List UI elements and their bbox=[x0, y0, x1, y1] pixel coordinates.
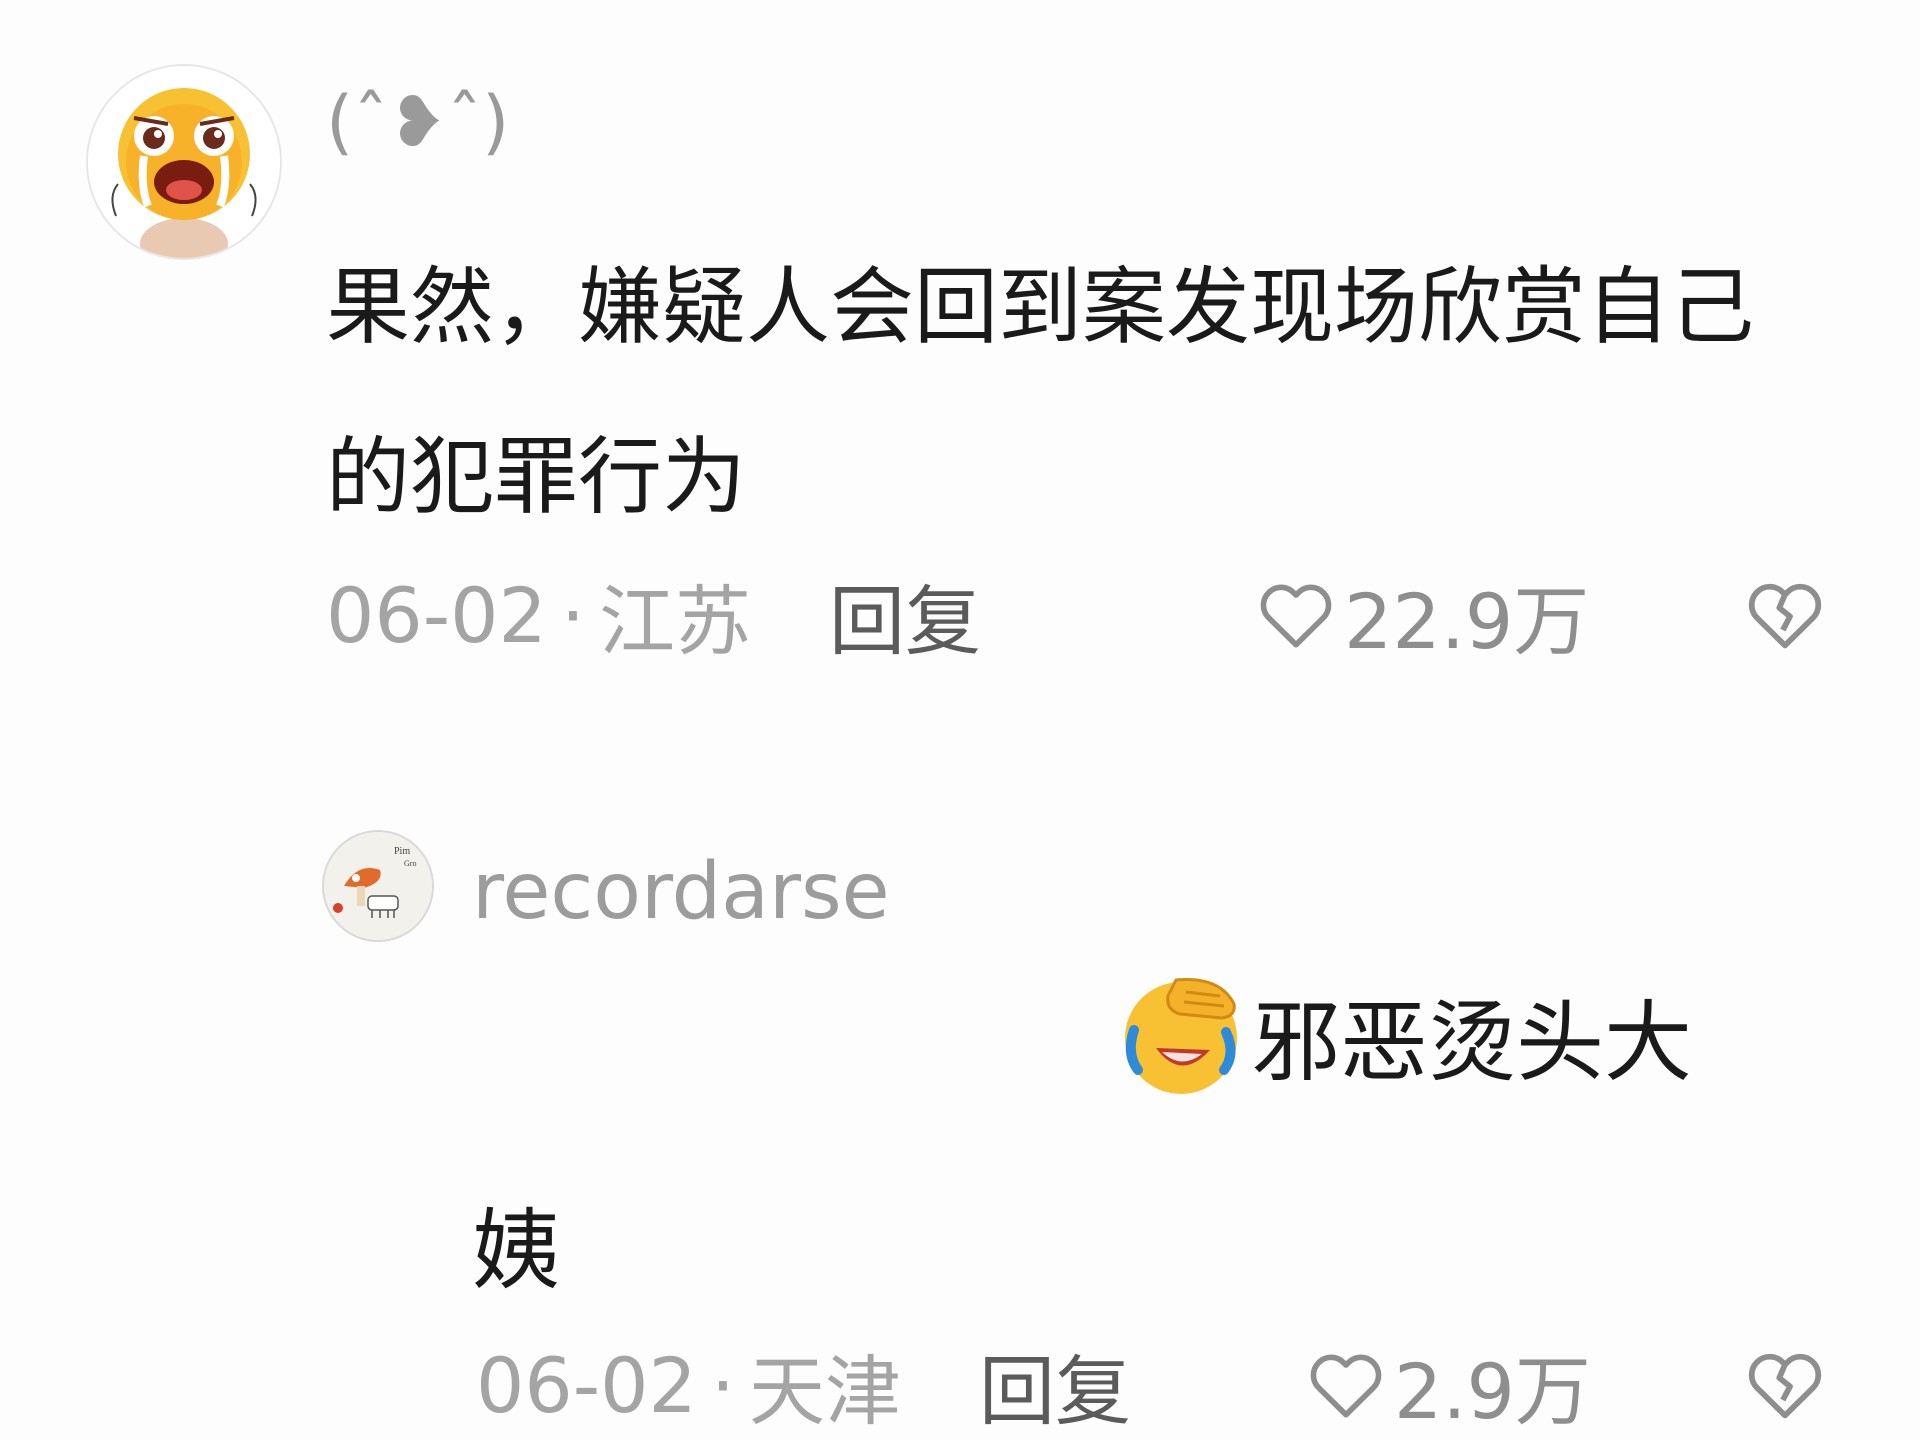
reply-like-count: 2.9万 bbox=[1394, 1347, 1591, 1436]
reply-button[interactable]: 回复 bbox=[829, 560, 981, 670]
comment-location: 江苏 bbox=[599, 577, 752, 666]
reply-text-first-line: 邪恶烫头大 bbox=[1252, 990, 1693, 1094]
comment-meta: 06-02 · 江苏 回复 bbox=[326, 560, 981, 670]
reply-text-second-line: 姨 bbox=[472, 1199, 561, 1302]
comment-thread: (ˆ❥ˆ) 果然，嫌疑人会回到案发现场欣赏自己的犯罪行为 06-02 · 江苏 … bbox=[0, 0, 1920, 1440]
reply-date: 06-02 bbox=[476, 1340, 697, 1430]
meta-separator: · bbox=[710, 1340, 736, 1430]
comment-text: 果然，嫌疑人会回到案发现场欣赏自己的犯罪行为 bbox=[326, 258, 1755, 526]
reply-avatar[interactable]: Pim Gro bbox=[322, 830, 434, 942]
heart-icon bbox=[1310, 1354, 1382, 1418]
reply-location: 天津 bbox=[749, 1347, 902, 1436]
reply-username[interactable]: recordarse bbox=[472, 842, 890, 942]
mushroom-avatar-icon: Pim Gro bbox=[324, 832, 432, 940]
broken-heart-icon[interactable] bbox=[1742, 1342, 1828, 1428]
comment-date: 06-02 bbox=[326, 570, 547, 660]
meta-separator: · bbox=[560, 570, 586, 660]
svg-text:Gro: Gro bbox=[404, 859, 416, 868]
like-count: 22.9万 bbox=[1344, 577, 1590, 666]
svg-text:Pim: Pim bbox=[394, 846, 410, 857]
heart-icon bbox=[1260, 584, 1332, 648]
reply-button[interactable]: 回复 bbox=[979, 1330, 1131, 1440]
avatar[interactable] bbox=[86, 64, 282, 260]
reply-like-button[interactable]: 2.9万 bbox=[1304, 1330, 1591, 1440]
face-palm-laughing-emoji-icon bbox=[1125, 978, 1237, 1094]
reply-text-line: 邪恶烫头大 bbox=[1116, 970, 1692, 1100]
comment-username[interactable]: (ˆ❥ˆ) bbox=[326, 72, 509, 172]
reply-meta: 06-02 · 天津 回复 bbox=[476, 1330, 1131, 1440]
like-button[interactable]: 22.9万 bbox=[1254, 560, 1589, 670]
broken-heart-icon[interactable] bbox=[1742, 572, 1828, 658]
crying-face-avatar-icon bbox=[88, 66, 280, 258]
